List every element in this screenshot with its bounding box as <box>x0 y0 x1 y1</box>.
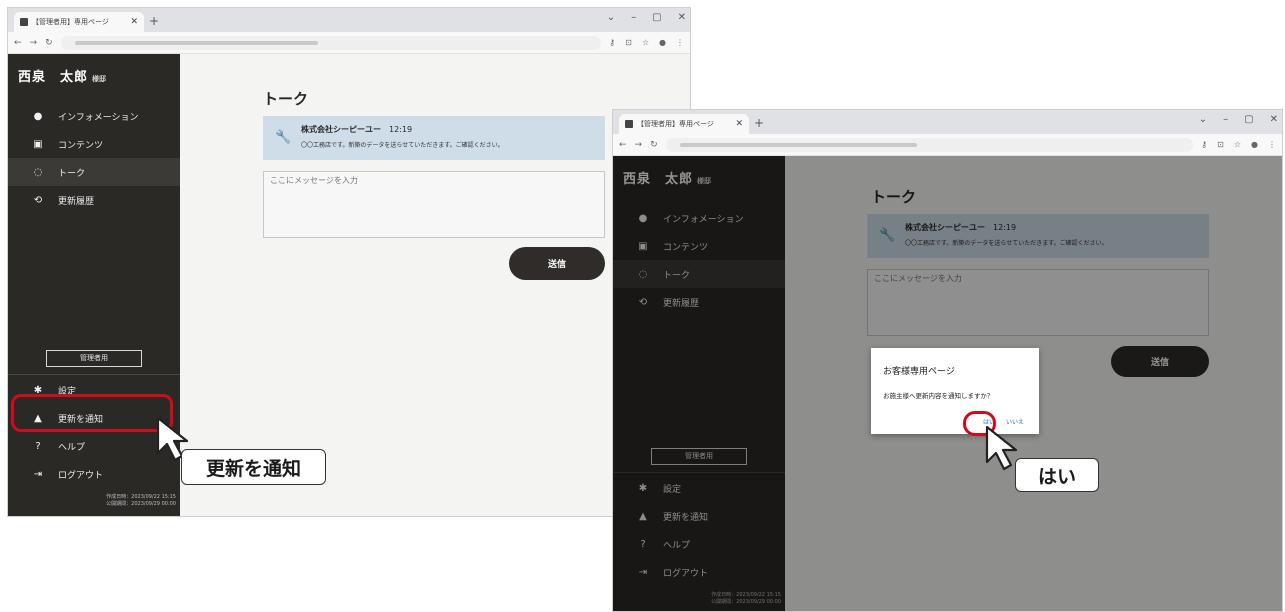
window-controls: ⌄ – ▢ ✕ <box>607 12 686 23</box>
blurred-url <box>74 40 318 45</box>
highlight-notify-update <box>11 394 173 432</box>
publish-dates: 作成日時：2023/09/22 15:15 公開期間：2023/09/29 00… <box>106 494 176 507</box>
dialog-title: お客様専用ページ <box>883 367 955 377</box>
close-icon[interactable]: ✕ <box>678 12 686 23</box>
star-icon[interactable]: ☆ <box>642 38 649 47</box>
maximize-icon[interactable]: ▢ <box>1244 114 1253 125</box>
back-icon[interactable]: ← <box>619 140 627 150</box>
sidebar-item-talk[interactable]: ◌ トーク <box>8 158 180 186</box>
tab-close-icon[interactable]: ✕ <box>130 17 138 27</box>
back-icon[interactable]: ← <box>14 38 22 48</box>
more-icon[interactable]: ⋮ <box>1268 140 1276 149</box>
window-controls: ⌄ – ▢ ✕ <box>1199 114 1278 125</box>
tab-close-icon[interactable]: ✕ <box>735 119 743 129</box>
browser-tab[interactable]: 【管理者用】専用ページ ✕ <box>14 12 144 32</box>
callout-yes: はい <box>1015 458 1099 492</box>
minimize-icon[interactable]: – <box>1223 114 1228 125</box>
user-name: 西泉 太郎 様邸 <box>18 70 107 85</box>
sidebar-item-logout[interactable]: ⇥ ログアウト <box>8 460 180 488</box>
history-icon: ⟲ <box>33 194 43 206</box>
minimize-icon[interactable]: – <box>631 12 636 23</box>
image-icon: ▣ <box>33 138 43 150</box>
forward-icon[interactable]: → <box>30 38 38 48</box>
key-icon[interactable]: ⚷ <box>1201 140 1207 149</box>
confirm-dialog: お客様専用ページ お施主様へ更新内容を通知しますか？ はい いいえ <box>871 348 1039 434</box>
browser-window-admin: 【管理者用】専用ページ ✕ + ⌄ – ▢ ✕ ← → ↻ ⚷ ⊡ ☆ ● ⋮ … <box>7 7 691 517</box>
favicon-icon <box>20 18 28 26</box>
new-tab-icon[interactable]: + <box>149 14 159 28</box>
help-icon: ? <box>35 440 41 452</box>
address-bar[interactable] <box>665 137 1194 152</box>
profile-icon[interactable]: ● <box>1251 140 1258 149</box>
blurred-url <box>679 142 918 147</box>
message-input[interactable] <box>263 171 605 238</box>
chevron-down-icon[interactable]: ⌄ <box>607 12 615 23</box>
chevron-down-icon[interactable]: ⌄ <box>1199 114 1207 125</box>
more-icon[interactable]: ⋮ <box>676 38 684 47</box>
sidebar-divider <box>8 374 180 375</box>
share-icon[interactable]: ⊡ <box>1217 140 1224 149</box>
message-sender: 株式会社シーピーユー 12:19 <box>301 125 413 134</box>
message-card: 🔧 株式会社シーピーユー 12:19 〇〇工務店です。新築のデータを送らせていただ… <box>263 116 605 160</box>
key-icon[interactable]: ⚷ <box>609 38 615 47</box>
send-button[interactable]: 送信 <box>509 247 605 280</box>
message-text: 〇〇工務店です。新築のデータを送らせていただきます。ご確認ください。 <box>301 142 504 149</box>
browser-tab[interactable]: 【管理者用】専用ページ ✕ <box>619 114 749 134</box>
browser-tab-strip: 【管理者用】専用ページ ✕ + ⌄ – ▢ ✕ <box>613 110 1282 134</box>
maximize-icon[interactable]: ▢ <box>652 12 661 23</box>
address-toolbar: ← → ↻ ⚷ ⊡ ☆ ● ⋮ <box>613 134 1282 156</box>
address-toolbar: ← → ↻ ⚷ ⊡ ☆ ● ⋮ <box>8 32 690 54</box>
tab-title: 【管理者用】専用ページ <box>32 18 109 26</box>
chat-icon: ◌ <box>33 166 43 178</box>
sidebar-item-history[interactable]: ⟲ 更新履歴 <box>8 186 180 214</box>
star-icon[interactable]: ☆ <box>1234 140 1241 149</box>
wrench-icon: 🔧 <box>275 130 292 145</box>
callout-notify-update: 更新を通知 <box>181 449 326 485</box>
browser-window-dialog: 【管理者用】専用ページ ✕ + ⌄ – ▢ ✕ ← → ↻ ⚷ ⊡ ☆ ● ⋮ … <box>612 109 1283 612</box>
share-icon[interactable]: ⊡ <box>625 38 632 47</box>
new-tab-icon[interactable]: + <box>754 116 764 130</box>
address-bar[interactable] <box>60 35 602 50</box>
forward-icon[interactable]: → <box>635 140 643 150</box>
profile-icon[interactable]: ● <box>659 38 666 47</box>
reload-icon[interactable]: ↻ <box>45 38 53 48</box>
close-icon[interactable]: ✕ <box>1270 114 1278 125</box>
info-icon: ● <box>33 110 43 122</box>
dialog-message: お施主様へ更新内容を通知しますか？ <box>883 392 994 400</box>
logout-icon: ⇥ <box>33 468 43 480</box>
page-title: トーク <box>263 90 309 108</box>
reload-icon[interactable]: ↻ <box>650 140 658 150</box>
favicon-icon <box>625 120 633 128</box>
browser-tab-strip: 【管理者用】専用ページ ✕ + ⌄ – ▢ ✕ <box>8 8 690 32</box>
tab-title: 【管理者用】専用ページ <box>637 120 714 128</box>
sidebar-item-contents[interactable]: ▣ コンテンツ <box>8 130 180 158</box>
sidebar-item-information[interactable]: ● インフォメーション <box>8 102 180 130</box>
admin-button[interactable]: 管理者用 <box>46 350 142 367</box>
